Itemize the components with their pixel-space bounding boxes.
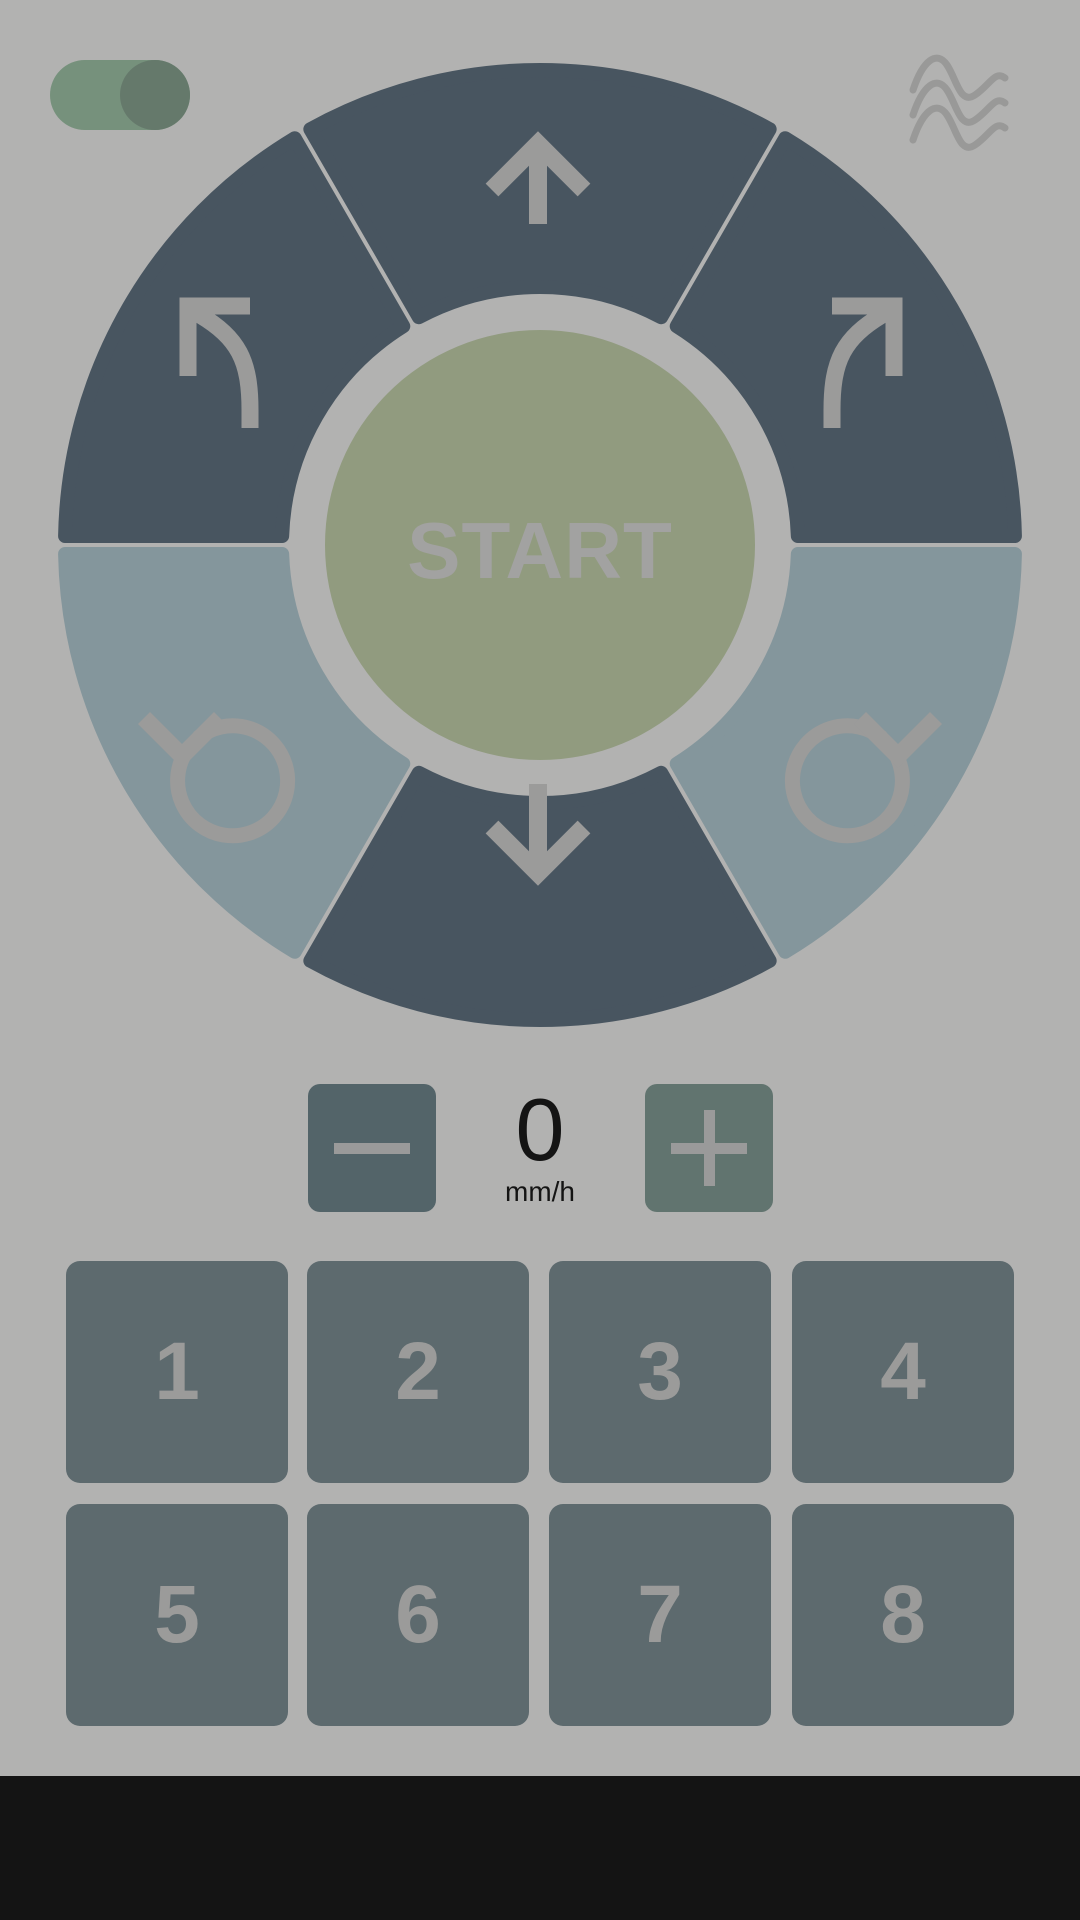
app-screen: START 0 mm/h 1 2 3 4 5 6 7 8: [0, 0, 1080, 1776]
system-nav-bar: [0, 1776, 1080, 1920]
increase-speed-button[interactable]: [645, 1084, 773, 1212]
key-5[interactable]: 5: [66, 1504, 288, 1726]
minus-icon: [334, 1143, 410, 1154]
direction-pad: START: [58, 63, 1022, 1027]
key-7[interactable]: 7: [549, 1504, 771, 1726]
key-8[interactable]: 8: [792, 1504, 1014, 1726]
key-6[interactable]: 6: [307, 1504, 529, 1726]
key-4[interactable]: 4: [792, 1261, 1014, 1483]
key-2[interactable]: 2: [307, 1261, 529, 1483]
key-1[interactable]: 1: [66, 1261, 288, 1483]
start-button[interactable]: START: [325, 330, 755, 760]
decrease-speed-button[interactable]: [308, 1084, 436, 1212]
key-3[interactable]: 3: [549, 1261, 771, 1483]
speed-unit: mm/h: [505, 1176, 575, 1207]
speed-value: 0: [515, 1080, 565, 1179]
start-label: START: [407, 506, 673, 595]
